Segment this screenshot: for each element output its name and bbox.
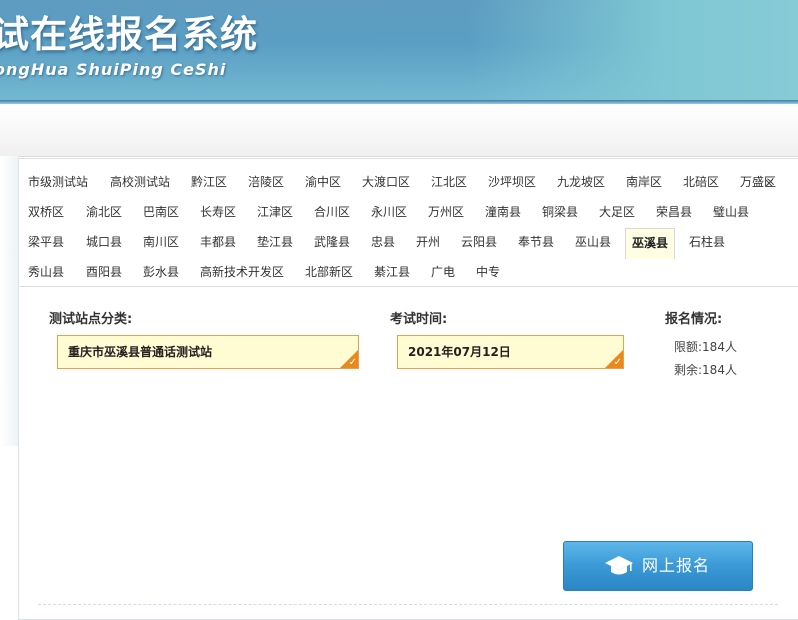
- district-tab[interactable]: 市级测试站: [28, 168, 88, 196]
- district-tab[interactable]: 涪陵区: [248, 168, 284, 196]
- district-tab[interactable]: 綦江县: [374, 258, 410, 286]
- quota-line: 限额:184人: [674, 338, 737, 355]
- district-tab[interactable]: 酉阳县: [86, 258, 122, 286]
- close-icon[interactable]: ×: [764, 176, 774, 190]
- panel-left-shadow: [0, 156, 18, 446]
- district-tab[interactable]: 丰都县: [200, 228, 236, 256]
- district-tab[interactable]: 巫山县: [575, 228, 611, 256]
- district-tab[interactable]: 潼南县: [485, 198, 521, 226]
- district-row-4: 秀山县 酉阳县 彭水县 高新技术开发区 北部新区 綦江县 广电 中专: [20, 258, 798, 288]
- toolbar-strip: [0, 104, 798, 157]
- district-tab[interactable]: 大渡口区: [362, 168, 410, 196]
- district-tab[interactable]: 南岸区: [626, 168, 662, 196]
- district-tab[interactable]: 垫江县: [257, 228, 293, 256]
- district-row-1: 市级测试站 高校测试站 黔江区 涪陵区 渝中区 大渡口区 江北区 沙坪坝区 九龙…: [20, 168, 798, 198]
- district-row-2: 双桥区 渝北区 巴南区 长寿区 江津区 合川区 永川区 万州区 潼南县 铜梁县 …: [20, 198, 798, 228]
- district-tab[interactable]: 永川区: [371, 198, 407, 226]
- remaining-label: 剩余:: [674, 363, 703, 377]
- status-label: 报名情况:: [665, 312, 723, 327]
- remaining-value: 184人: [702, 363, 737, 377]
- bottom-divider: [38, 604, 778, 606]
- district-tabs: 市级测试站 高校测试站 黔江区 涪陵区 渝中区 大渡口区 江北区 沙坪坝区 九龙…: [20, 168, 798, 288]
- district-tab[interactable]: 沙坪坝区: [488, 168, 536, 196]
- district-tab[interactable]: 石柱县: [689, 228, 725, 256]
- district-tab[interactable]: 开州: [416, 228, 440, 256]
- district-tab[interactable]: 渝北区: [86, 198, 122, 226]
- quota-value: 184人: [702, 340, 737, 354]
- district-tab[interactable]: 广电: [431, 258, 455, 286]
- district-tab[interactable]: 渝中区: [305, 168, 341, 196]
- district-tab[interactable]: 城口县: [86, 228, 122, 256]
- district-row-3: 梁平县 城口县 南川区 丰都县 垫江县 武隆县 忠县 开州 云阳县 奉节县 巫山…: [20, 228, 798, 259]
- graduation-cap-icon: [604, 554, 634, 581]
- category-value: 重庆市巫溪县普通话测试站: [68, 345, 213, 359]
- exam-time-label: 考试时间:: [390, 312, 448, 327]
- district-tab[interactable]: 大足区: [599, 198, 635, 226]
- district-tab[interactable]: 武隆县: [314, 228, 350, 256]
- system-title: 试在线报名系统: [0, 13, 258, 56]
- exam-time-select[interactable]: 2021年07月12日 ✓: [397, 335, 624, 369]
- district-tab[interactable]: 铜梁县: [542, 198, 578, 226]
- district-tab[interactable]: 高新技术开发区: [200, 258, 284, 286]
- district-tab[interactable]: 荣昌县: [656, 198, 692, 226]
- district-tab[interactable]: 云阳县: [461, 228, 497, 256]
- check-icon: ✓: [613, 357, 622, 368]
- district-tab[interactable]: 北碚区: [683, 168, 719, 196]
- district-tab[interactable]: 北部新区: [305, 258, 353, 286]
- district-tab-selected[interactable]: 巫溪县: [625, 228, 676, 259]
- category-label: 测试站点分类:: [49, 312, 133, 327]
- district-tab[interactable]: 南川区: [143, 228, 179, 256]
- system-subtitle: ongHua ShuiPing CeShi: [0, 60, 227, 79]
- tab-divider: [20, 286, 798, 287]
- category-select[interactable]: 重庆市巫溪县普通话测试站 ✓: [57, 335, 359, 369]
- quota-label: 限额:: [674, 340, 703, 354]
- district-tab[interactable]: 巴南区: [143, 198, 179, 226]
- district-tab[interactable]: 奉节县: [518, 228, 554, 256]
- district-tab[interactable]: 彭水县: [143, 258, 179, 286]
- online-signup-button[interactable]: 网上报名: [563, 541, 753, 591]
- district-tab[interactable]: 江津区: [257, 198, 293, 226]
- district-tab[interactable]: 高校测试站: [110, 168, 170, 196]
- header-banner: 试在线报名系统 ongHua ShuiPing CeShi: [0, 0, 798, 100]
- district-tab[interactable]: 中专: [476, 258, 500, 286]
- district-tab[interactable]: 九龙坡区: [557, 168, 605, 196]
- district-tab[interactable]: 合川区: [314, 198, 350, 226]
- district-tab[interactable]: 江北区: [431, 168, 467, 196]
- district-tab[interactable]: 双桥区: [28, 198, 64, 226]
- district-tab[interactable]: 忠县: [371, 228, 395, 256]
- district-tab[interactable]: 秀山县: [28, 258, 64, 286]
- exam-time-value: 2021年07月12日: [408, 345, 511, 359]
- district-tab[interactable]: 长寿区: [200, 198, 236, 226]
- district-tab[interactable]: 黔江区: [191, 168, 227, 196]
- remaining-line: 剩余:184人: [674, 361, 737, 378]
- district-tab[interactable]: 梁平县: [28, 228, 64, 256]
- check-icon: ✓: [348, 357, 357, 368]
- signup-button-label: 网上报名: [642, 556, 711, 575]
- district-tab[interactable]: 万州区: [428, 198, 464, 226]
- district-tab[interactable]: 璧山县: [713, 198, 749, 226]
